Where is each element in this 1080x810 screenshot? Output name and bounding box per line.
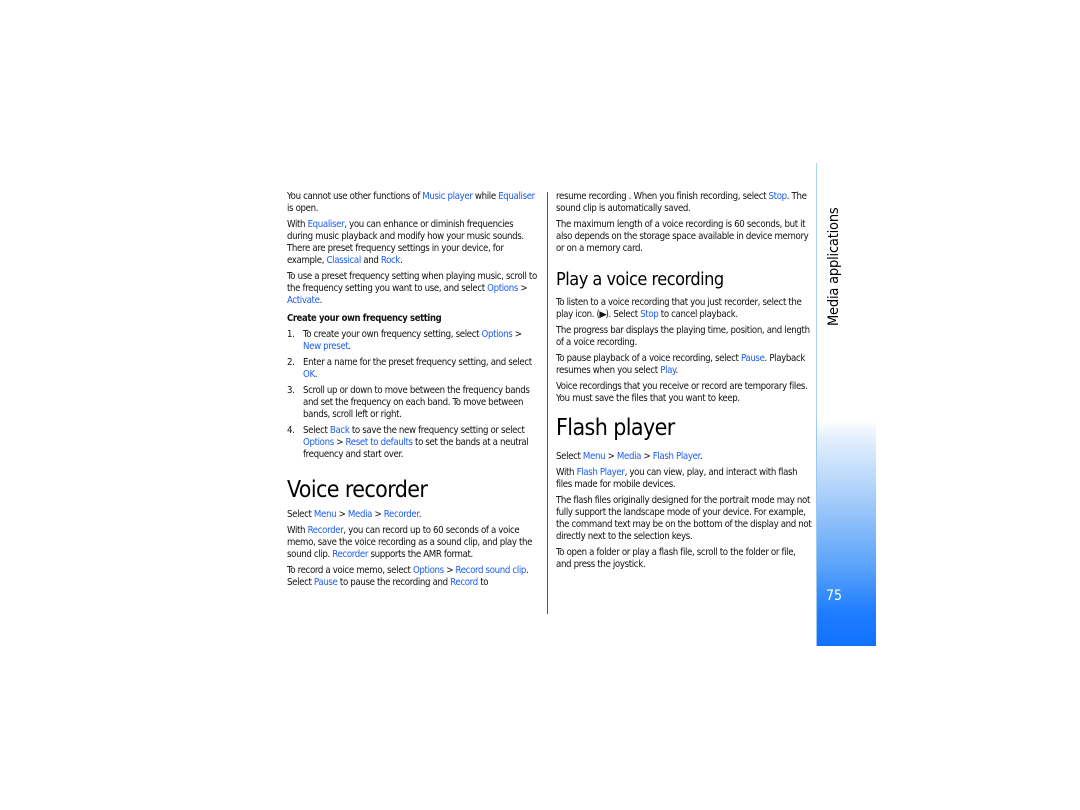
link-reset-to-defaults[interactable]: Reset to defaults [346, 437, 413, 448]
link-music-player[interactable]: Music player [422, 191, 473, 202]
paragraph-pause-playback: To pause playback of a voice recording, … [556, 353, 806, 376]
section-title-vertical: Media applications [826, 207, 842, 327]
link-media[interactable]: Media [348, 509, 373, 520]
link-media[interactable]: Media [617, 451, 642, 462]
link-options[interactable]: Options [303, 437, 334, 448]
subheading-create-frequency: Create your own frequency setting [287, 313, 442, 324]
paragraph-flash-intro: With Flash Player, you can view, play, a… [556, 467, 798, 490]
link-stop[interactable]: Stop [640, 309, 659, 320]
link-pause[interactable]: Pause [741, 353, 765, 364]
link-options[interactable]: Options [482, 329, 513, 340]
link-pause[interactable]: Pause [314, 577, 338, 588]
paragraph-preset-usage: To use a preset frequency setting when p… [287, 271, 537, 306]
list-item: 3. Scroll up or down to move between the … [287, 385, 530, 420]
link-rock[interactable]: Rock [381, 255, 401, 266]
link-equaliser[interactable]: Equaliser [498, 191, 535, 202]
link-recorder[interactable]: Recorder [332, 549, 368, 560]
paragraph-record-memo: To record a voice memo, select Options >… [287, 565, 529, 588]
column-right: resume recording . When you finish recor… [556, 191, 812, 575]
link-ok[interactable]: OK [303, 369, 315, 380]
link-record-sound-clip[interactable]: Record sound clip [456, 565, 527, 576]
paragraph-listen: To listen to a voice recording that you … [556, 297, 802, 320]
heading-play-voice-recording: Play a voice recording [556, 269, 724, 290]
paragraph-resume-recording: resume recording . When you finish recor… [556, 191, 807, 214]
paragraph-temporary-files: Voice recordings that you receive or rec… [556, 381, 808, 404]
paragraph-recorder-path: Select Menu > Media > Recorder. [287, 509, 422, 520]
list-item: 1. To create your own frequency setting, … [287, 329, 522, 352]
paragraph-max-length: The maximum length of a voice recording … [556, 219, 809, 254]
link-menu[interactable]: Menu [314, 509, 337, 520]
link-equaliser[interactable]: Equaliser [308, 219, 345, 230]
paragraph-flash-open: To open a folder or play a flash file, s… [556, 547, 796, 570]
link-back[interactable]: Back [330, 425, 350, 436]
paragraph-equaliser-note: You cannot use other functions of Music … [287, 191, 535, 214]
link-recorder[interactable]: Recorder [308, 525, 344, 536]
link-options[interactable]: Options [487, 283, 518, 294]
list-item: 4. Select Back to save the new frequency … [287, 425, 529, 460]
manual-page: You cannot use other functions of Music … [0, 0, 1080, 810]
sidebar-rule [816, 163, 817, 425]
link-classical[interactable]: Classical [326, 255, 361, 266]
link-menu[interactable]: Menu [583, 451, 606, 462]
column-left: You cannot use other functions of Music … [287, 191, 541, 593]
play-icon: ▶ [598, 310, 607, 320]
paragraph-progress-bar: The progress bar displays the playing ti… [556, 325, 810, 348]
link-recorder[interactable]: Recorder [384, 509, 419, 520]
link-flash-player[interactable]: Flash Player [577, 467, 625, 478]
paragraph-flash-portrait: The flash files originally designed for … [556, 495, 812, 542]
steps-list: 1. To create your own frequency setting, … [287, 329, 541, 461]
link-options[interactable]: Options [413, 565, 444, 576]
paragraph-flash-path: Select Menu > Media > Flash Player. [556, 451, 703, 462]
column-divider [547, 192, 548, 614]
heading-flash-player: Flash player [556, 415, 675, 441]
page-tab [816, 420, 876, 646]
link-play[interactable]: Play [660, 365, 676, 376]
heading-voice-recorder: Voice recorder [287, 477, 428, 503]
paragraph-recorder-intro: With Recorder, you can record up to 60 s… [287, 525, 533, 560]
page-number: 75 [826, 588, 843, 604]
link-activate[interactable]: Activate [287, 295, 320, 306]
link-record[interactable]: Record [450, 577, 478, 588]
link-stop[interactable]: Stop [769, 191, 788, 202]
link-flash-player[interactable]: Flash Player [653, 451, 700, 462]
list-item: 2. Enter a name for the preset frequency … [287, 357, 532, 380]
paragraph-equaliser-intro: With Equaliser, you can enhance or dimin… [287, 219, 524, 266]
link-new-preset[interactable]: New preset [303, 341, 349, 352]
